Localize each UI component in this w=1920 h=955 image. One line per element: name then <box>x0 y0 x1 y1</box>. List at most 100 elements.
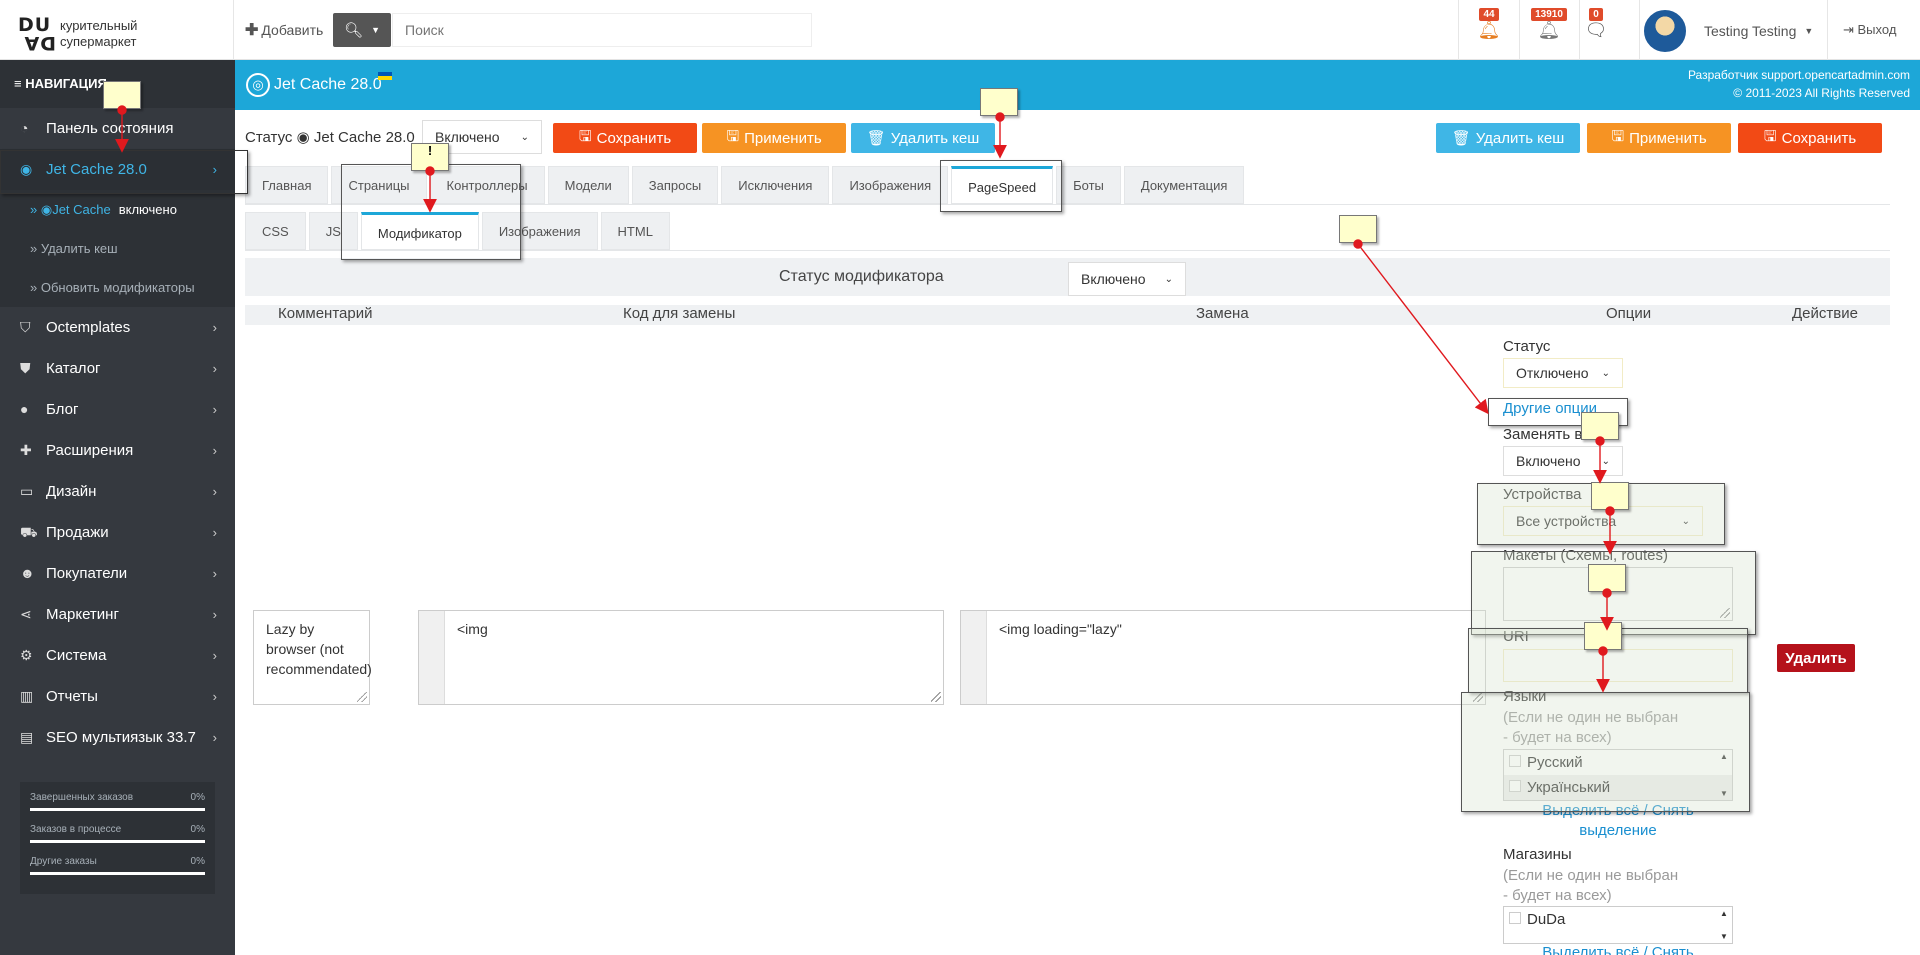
col-code: Код для замены <box>623 305 736 322</box>
subtab-css[interactable]: CSS <box>245 212 306 250</box>
chevron-right-icon: › <box>212 607 217 622</box>
clear-cache-button[interactable]: 🗑 Удалить кеш <box>851 123 995 153</box>
col-replace: Замена <box>1196 305 1249 322</box>
option-replace-all-select[interactable]: Включено ⌄ <box>1503 446 1623 476</box>
sidebar-item-reports[interactable]: ▥ Отчеты › <box>0 676 235 717</box>
module-status-select[interactable]: Включено ⌄ <box>422 120 542 154</box>
checkbox[interactable] <box>1509 780 1521 792</box>
sidebar-subitem-clear-cache[interactable]: » Удалить кеш <box>0 229 235 268</box>
user-menu[interactable]: Testing Testing ▼ <box>1642 8 1813 54</box>
search-input[interactable] <box>392 13 812 47</box>
chevron-down-icon: ⌄ <box>1601 455 1610 467</box>
tab-main[interactable]: Главная <box>245 166 329 204</box>
tab-controllers[interactable]: Контроллеры <box>429 166 545 204</box>
add-button[interactable]: ✚ Добавить <box>245 20 323 40</box>
avatar <box>1642 8 1688 54</box>
sidebar-item-jetcache[interactable]: ◉ Jet Cache 28.0 › <box>0 149 235 190</box>
resize-handle[interactable] <box>1473 692 1483 702</box>
store-option[interactable]: DuDa <box>1504 907 1732 932</box>
sidebar-item-sales[interactable]: ⛟ Продажи › <box>0 512 235 553</box>
subtab-modifier[interactable]: Модификатор <box>360 212 479 250</box>
scrollbar[interactable]: ▲ ▼ <box>1716 907 1732 943</box>
scroll-down-icon[interactable]: ▼ <box>1720 932 1728 941</box>
status-text: включено <box>118 202 177 217</box>
logo-mark: DU DA <box>18 14 56 55</box>
messages-button[interactable]: 0 🗨︎ <box>1566 0 1626 60</box>
notification-bell-button[interactable]: 44 🔔︎ <box>1459 0 1519 60</box>
save-button-right[interactable]: 🖫 Сохранить <box>1738 123 1882 153</box>
option-status-select[interactable]: Отключено ⌄ <box>1503 358 1623 388</box>
replace-textarea[interactable]: <img loading="lazy" <box>960 610 1486 705</box>
module-status-label: Статус ◉ Jet Cache 28.0 <box>245 129 415 146</box>
delete-row-button[interactable]: Удалить <box>1777 644 1855 672</box>
scroll-up-icon[interactable]: ▲ <box>1720 752 1728 761</box>
sign-out-icon: ⇥ <box>1843 22 1858 37</box>
subtab-images[interactable]: Изображения <box>481 212 598 250</box>
option-devices-select[interactable]: Все устройства ⌄ <box>1503 506 1703 536</box>
modifier-status-select[interactable]: Включено ⌄ <box>1068 262 1186 296</box>
checkbox[interactable] <box>1509 755 1521 767</box>
scroll-up-icon[interactable]: ▲ <box>1720 909 1728 918</box>
search-icon: 🔍︎ <box>344 22 364 39</box>
search-button[interactable]: 🔍︎ ▼ <box>333 13 391 47</box>
chevron-right-icon: › <box>212 730 217 745</box>
tab-documentation[interactable]: Документация <box>1123 166 1245 204</box>
sidebar-item-extensions[interactable]: ✚ Расширения › <box>0 430 235 471</box>
sidebar-item-seo-multilang[interactable]: ▤ SEO мультиязык 33.7 › <box>0 717 235 758</box>
stores-listbox[interactable]: DuDa ▲ ▼ <box>1503 906 1733 944</box>
chevron-down-icon: ⌄ <box>1681 515 1690 527</box>
resize-handle[interactable] <box>357 692 367 702</box>
apply-button[interactable]: 🖫 Применить <box>702 123 846 153</box>
scroll-down-icon[interactable]: ▼ <box>1720 789 1728 798</box>
bell-icon: 🔔︎ <box>1537 19 1561 40</box>
option-stores-label: Магазины <box>1503 846 1572 863</box>
scrollbar[interactable]: ▲ ▼ <box>1716 750 1732 800</box>
resize-handle[interactable] <box>931 692 941 702</box>
sidebar-item-design[interactable]: ▭ Дизайн › <box>0 471 235 512</box>
subtab-js[interactable]: JS <box>308 212 358 250</box>
chevron-down-icon: ⌄ <box>1164 273 1173 285</box>
apply-button-right[interactable]: 🖫 Применить <box>1587 123 1731 153</box>
target-icon: ◎ <box>246 73 270 97</box>
resize-handle[interactable] <box>1720 608 1730 618</box>
sidebar-item-dashboard[interactable]: ◔ Панель состояния <box>0 108 235 149</box>
sidebar: ≡ НАВИГАЦИЯ ◔ Панель состояния ◉ Jet Cache… <box>0 60 235 955</box>
sidebar-subitem-jetcache[interactable]: » ◉Jet Cache включено <box>0 190 235 229</box>
option-layouts-textarea[interactable] <box>1503 567 1733 621</box>
tab-pagespeed[interactable]: PageSpeed <box>951 166 1054 204</box>
nav-toggle[interactable]: ≡ НАВИГАЦИЯ <box>0 60 235 108</box>
logo[interactable]: DU DA курительный супермаркет <box>18 12 233 56</box>
tab-exceptions[interactable]: Исключения <box>721 166 830 204</box>
chevron-double-right-icon: » <box>30 202 41 217</box>
tab-queries[interactable]: Запросы <box>631 166 719 204</box>
sidebar-item-octemplates[interactable]: ⛉ Octemplates › <box>0 307 235 348</box>
sidebar-item-blog[interactable]: ● Блог › <box>0 389 235 430</box>
tab-models[interactable]: Модели <box>547 166 629 204</box>
target-icon: ◉ <box>40 202 53 217</box>
other-options-link[interactable]: Другие опции <box>1503 399 1597 419</box>
logout-link[interactable]: ⇥ Выход <box>1843 22 1896 38</box>
sidebar-item-system[interactable]: ⚙ Система › <box>0 635 235 676</box>
languages-select-all-link[interactable]: Выделить всё / Снять выделение <box>1503 801 1733 841</box>
tab-bots[interactable]: Боты <box>1056 166 1121 204</box>
sidebar-item-catalog[interactable]: ⛊ Каталог › <box>0 348 235 389</box>
stores-select-all-link[interactable]: Выделить всё / Снять <box>1503 943 1733 955</box>
language-option[interactable]: Український <box>1504 775 1732 800</box>
comment-textarea[interactable]: Lazy by browser (not recommendated) <box>253 610 372 705</box>
tab-images[interactable]: Изображения <box>832 166 949 204</box>
language-option[interactable]: Русский <box>1504 750 1732 775</box>
option-uri-input[interactable] <box>1503 649 1733 682</box>
clear-cache-button-right[interactable]: 🗑 Удалить кеш <box>1436 123 1580 153</box>
save-button[interactable]: 🖫 Сохранить <box>553 123 697 153</box>
sidebar-item-customers[interactable]: ☻ Покупатели › <box>0 553 235 594</box>
save-icon: 🖫 <box>1763 127 1777 145</box>
tab-pages[interactable]: Страницы <box>331 166 427 204</box>
code-textarea[interactable]: <img <box>418 610 944 705</box>
checkbox[interactable] <box>1509 912 1521 924</box>
languages-listbox[interactable]: Русский Український ▲ ▼ <box>1503 749 1733 801</box>
sidebar-item-marketing[interactable]: ⋖ Маркетинг › <box>0 594 235 635</box>
bars-icon: ≡ <box>14 76 26 91</box>
subtab-html[interactable]: HTML <box>600 212 670 250</box>
copyright: Разработчик support.opencartadmin.com © … <box>1687 68 1910 100</box>
sidebar-subitem-refresh-modifiers[interactable]: » Обновить модификаторы <box>0 268 235 307</box>
